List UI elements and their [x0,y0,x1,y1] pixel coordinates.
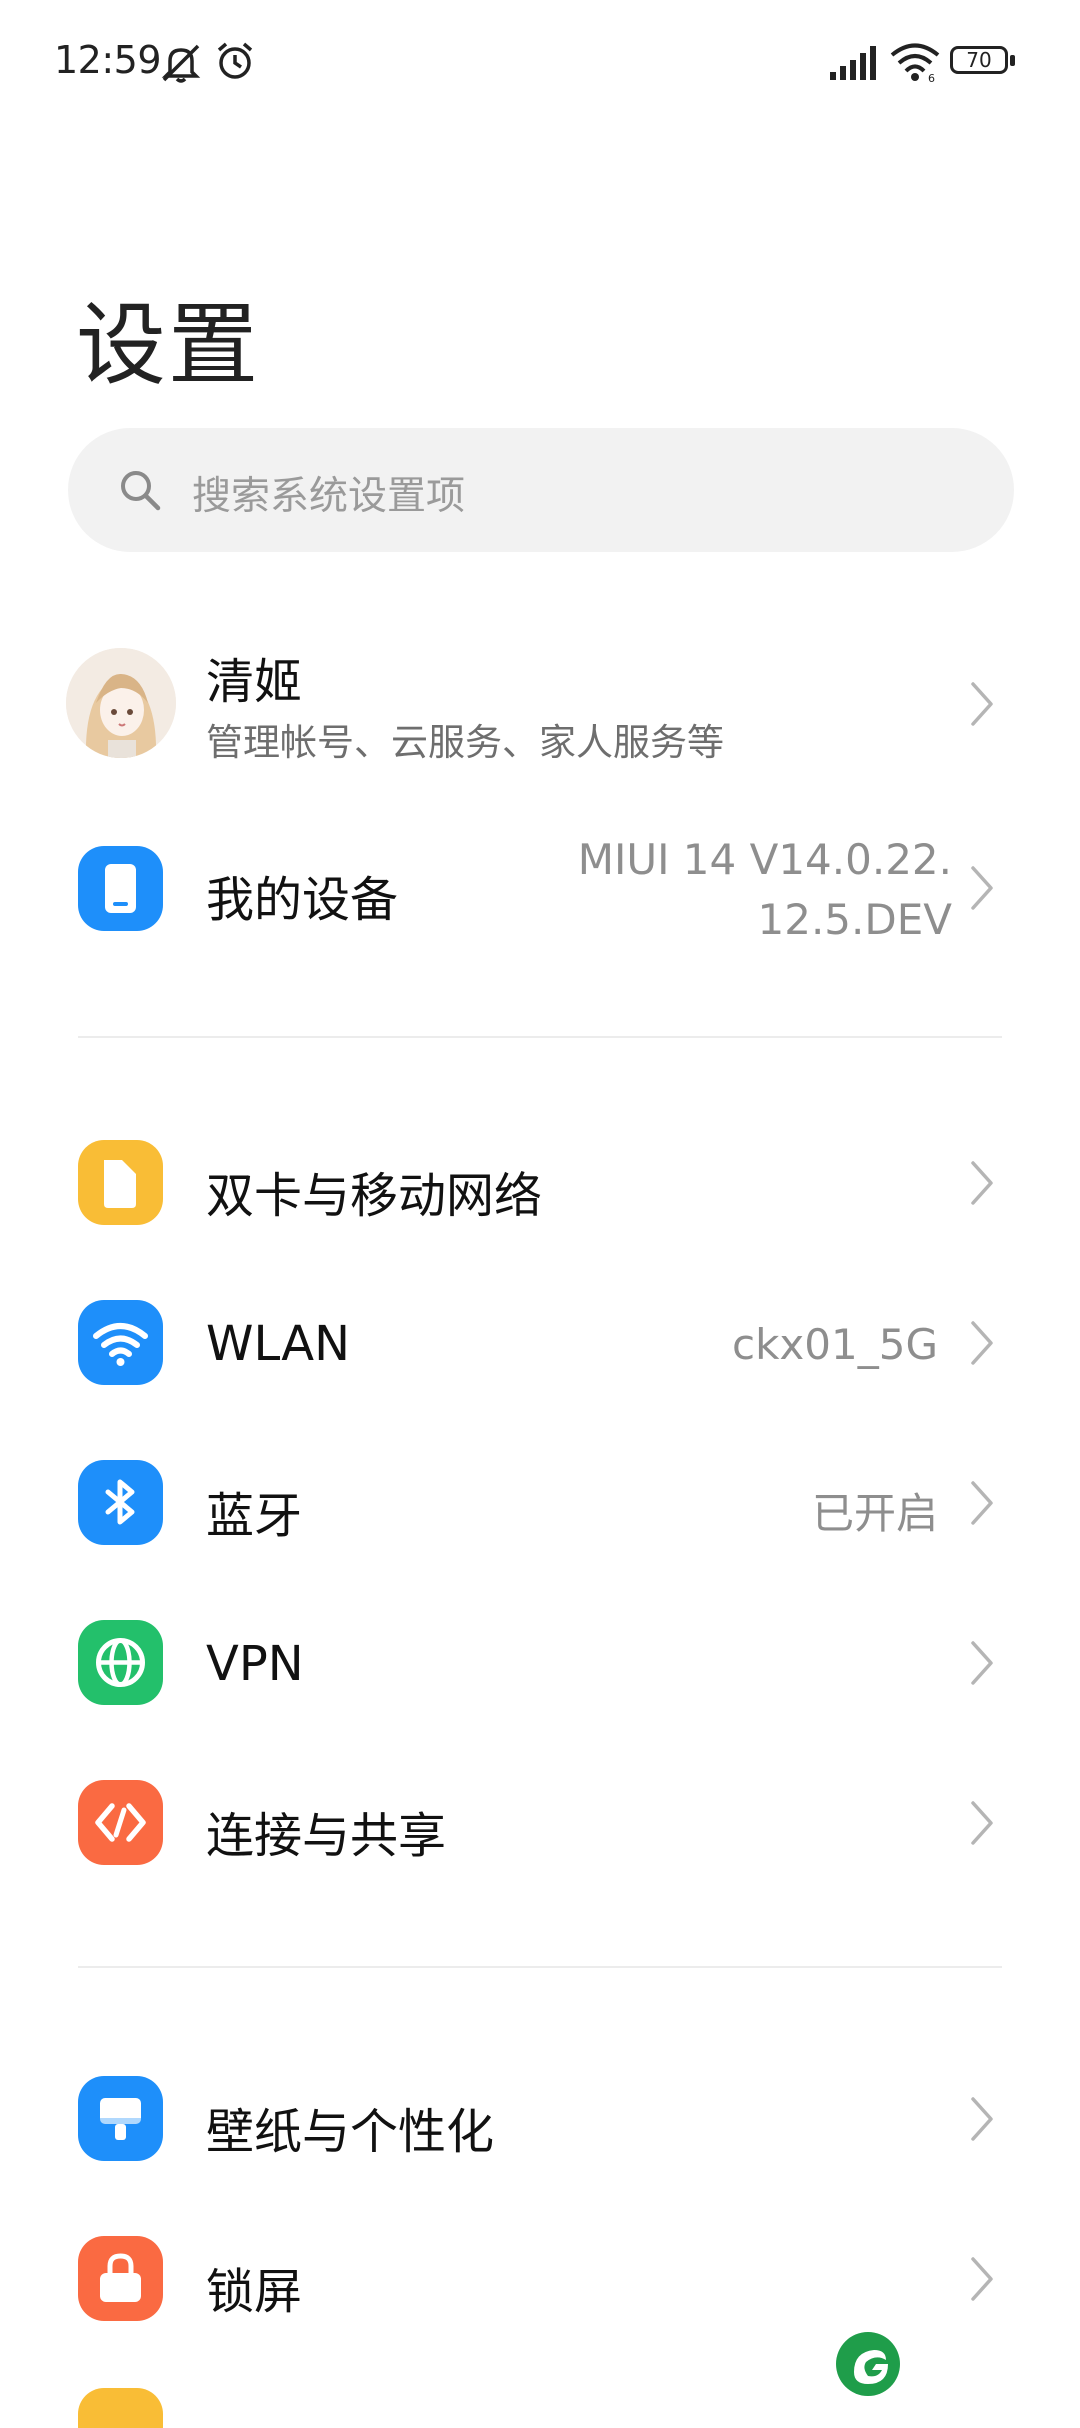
row-wlan[interactable]: WLAN ckx01_5G [0,1264,1080,1424]
chevron-right-icon [971,2257,993,2301]
device-version: MIUI 14 V14.0.22. 12.5.DEV [578,830,952,950]
lock-icon [78,2236,163,2321]
search-icon [121,471,161,511]
mute-icon [161,44,201,83]
wifi-icon [78,1300,163,1385]
row-label: 连接与共享 [206,1808,447,1864]
row-vpn[interactable]: VPN [0,1584,1080,1744]
row-value: 已开启 [811,1489,938,1538]
row-lock-screen[interactable]: 锁屏 [0,2200,1080,2360]
row-label: WLAN [206,1316,351,1372]
account-row[interactable]: 清姬 管理帐号、云服务、家人服务等 [0,620,1080,790]
share-icon [78,1780,163,1865]
row-wallpaper[interactable]: 壁纸与个性化 [0,2040,1080,2200]
bluetooth-icon [78,1460,163,1545]
signal-icon [830,46,876,80]
device-label: 我的设备 [206,872,399,928]
chevron-right-icon [971,1321,993,1365]
row-label: VPN [206,1636,304,1692]
row-bluetooth[interactable]: 蓝牙 已开启 [0,1424,1080,1584]
row-dual-sim[interactable]: 双卡与移动网络 [0,1104,1080,1264]
row-label: 双卡与移动网络 [206,1168,543,1224]
my-device-row[interactable]: 我的设备 MIUI 14 V14.0.22. 12.5.DEV [0,800,1080,970]
device-icon [78,846,163,931]
chevron-right-icon [971,1161,993,1205]
row-label: 锁屏 [206,2264,303,2320]
svg-text:6: 6 [928,72,935,82]
device-version-line1: MIUI 14 V14.0.22. [577,835,952,884]
battery-icon: 70 [950,46,1016,78]
chevron-right-icon [971,866,993,910]
chevron-right-icon [971,1641,993,1685]
avatar [66,648,176,758]
leaf-icon [854,2350,888,2384]
row-value: ckx01_5G [732,1320,938,1369]
section-divider [78,1036,1002,1038]
sim-icon [78,1140,163,1225]
chevron-right-icon [971,1481,993,1525]
search-placeholder: 搜索系统设置项 [192,474,466,519]
device-version-line2: 12.5.DEV [757,895,952,944]
account-name: 清姬 [206,654,303,710]
row-connection-sharing[interactable]: 连接与共享 [0,1744,1080,1904]
floating-assistant-button[interactable] [836,2332,900,2396]
wallpaper-icon [78,2076,163,2161]
chevron-right-icon [971,682,993,726]
wifi-icon: 6 [890,43,940,82]
row-label: 蓝牙 [206,1488,303,1544]
chevron-right-icon [971,1801,993,1845]
search-bar[interactable]: 搜索系统设置项 [68,428,1014,552]
row-label: 壁纸与个性化 [206,2104,495,2160]
battery-level: 70 [966,48,992,72]
section-divider [78,1966,1002,1968]
globe-icon [78,1620,163,1705]
account-subtitle: 管理帐号、云服务、家人服务等 [206,721,724,764]
status-bar: 12:59 6 70 [0,0,1080,125]
alarm-icon [217,42,253,79]
page-title: 设置 [76,293,260,398]
chevron-right-icon [971,2097,993,2141]
partial-row-icon [78,2388,163,2428]
status-time: 12:59 [54,38,162,82]
